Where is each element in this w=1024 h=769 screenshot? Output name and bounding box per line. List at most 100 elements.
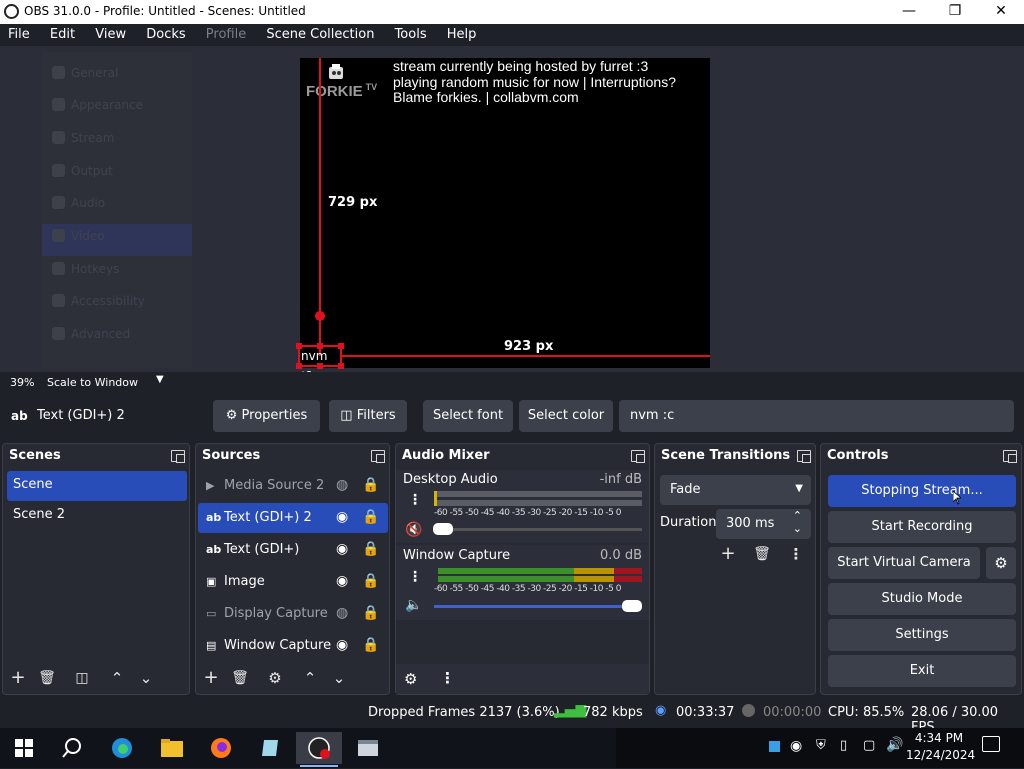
notification-icon[interactable] [982, 736, 1000, 752]
undock-icon[interactable] [797, 450, 811, 463]
exit-button[interactable]: Exit [828, 655, 1016, 687]
chevron-up-icon[interactable]: ⌃ [793, 509, 802, 522]
resize-handle[interactable] [338, 363, 344, 369]
close-button[interactable]: ✕ [978, 0, 1024, 24]
menu-view[interactable]: View [87, 24, 134, 42]
file-explorer-icon[interactable] [152, 732, 192, 764]
guide-handle[interactable] [315, 311, 325, 321]
eye-icon[interactable]: ◉ [336, 637, 348, 653]
source-item[interactable]: ▣ Image ◉ 🔒 [198, 567, 388, 597]
advanced-audio-icon[interactable]: ⚙ [404, 670, 417, 688]
security-shield-icon[interactable]: ⛨ [816, 738, 826, 753]
edge-icon[interactable] [102, 732, 142, 764]
unlock-icon[interactable]: 🔒 [362, 573, 379, 589]
chevron-down-icon[interactable]: ⌄ [135, 667, 157, 689]
settings-button[interactable]: Settings [828, 619, 1016, 651]
menu-profile[interactable]: Profile [198, 24, 254, 42]
undock-icon[interactable] [1003, 450, 1017, 463]
transition-select[interactable]: Fade ▼ [660, 475, 811, 505]
menu-file[interactable]: File [0, 24, 38, 42]
volume-slider-handle[interactable] [622, 600, 642, 612]
undock-icon[interactable] [371, 450, 385, 463]
notepad-icon[interactable] [250, 732, 290, 764]
select-color-button[interactable]: Select color [519, 400, 613, 432]
lock-icon[interactable]: 🔒 [362, 477, 379, 493]
duration-spinbox[interactable]: 300 ms ⌃ ⌄ [716, 509, 811, 539]
task-manager-icon[interactable] [348, 732, 388, 764]
eye-hidden-icon[interactable]: ◍ [336, 477, 348, 493]
stream-button[interactable]: Stopping Stream... [828, 475, 1016, 507]
unlock-icon[interactable]: 🔒 [362, 605, 379, 621]
zoom-mode-select[interactable]: Scale to Window [47, 376, 138, 389]
source-item[interactable]: ab Text (GDI+) ◉ 🔒 [198, 535, 388, 565]
menu-docks[interactable]: Docks [138, 24, 193, 42]
trash-icon[interactable]: 🗑 [229, 667, 251, 689]
add-icon[interactable]: + [717, 543, 739, 565]
add-icon[interactable]: + [7, 667, 29, 689]
source-item[interactable]: ▤ Window Capture ◉ 🔒 [198, 631, 388, 661]
resize-handle[interactable] [338, 343, 344, 349]
eye-icon[interactable]: ◉ [336, 509, 348, 525]
trash-icon[interactable]: 🗑 [751, 543, 773, 565]
trash-icon[interactable]: 🗑 [36, 667, 58, 689]
unlock-icon[interactable]: 🔒 [362, 541, 379, 557]
chevron-down-icon[interactable]: ⌄ [328, 667, 350, 689]
speaker-icon[interactable]: 🔈 [405, 597, 422, 613]
tray-app-icon[interactable] [769, 741, 780, 752]
menu-scene-collection[interactable]: Scene Collection [258, 24, 382, 42]
volume-slider[interactable] [434, 528, 642, 531]
maximize-button[interactable]: ❐ [932, 0, 978, 24]
menu-tools[interactable]: Tools [387, 24, 435, 42]
source-item[interactable]: ab Text (GDI+) 2 ◉ 🔒 [198, 503, 388, 533]
minimize-button[interactable]: — [886, 0, 932, 24]
windows-start-icon[interactable] [4, 732, 44, 764]
volume-icon[interactable]: 🔊 [886, 737, 903, 753]
more-options-icon[interactable]: ⋮ [440, 669, 455, 687]
source-item[interactable]: ▶ Media Source 2 ◍ 🔒 [198, 471, 388, 501]
add-icon[interactable]: + [200, 667, 222, 689]
usb-icon[interactable]: ▯ [840, 738, 847, 753]
chevron-up-icon[interactable]: ⌃ [299, 667, 321, 689]
chevron-down-icon[interactable]: ⌄ [793, 522, 802, 535]
speaker-muted-icon[interactable]: 🔇 [405, 522, 422, 538]
text-value-field[interactable]: nvm :c [619, 400, 1014, 432]
eye-icon[interactable]: ◉ [336, 541, 348, 557]
start-recording-button[interactable]: Start Recording [828, 511, 1016, 543]
resize-handle[interactable] [296, 343, 302, 349]
eye-icon[interactable]: ◉ [336, 573, 348, 589]
resize-handle[interactable] [296, 363, 302, 369]
resize-handle[interactable] [317, 363, 323, 369]
network-icon[interactable]: ▢ [863, 738, 875, 753]
more-options-icon[interactable]: ⋮ [785, 543, 807, 565]
obs-tray-icon[interactable]: ◉ [790, 738, 802, 754]
filters-button[interactable]: ◫ Filters [329, 400, 407, 432]
clock[interactable]: 4:34 PM 12/24/2024 [906, 730, 975, 764]
studio-mode-button[interactable]: Studio Mode [828, 583, 1016, 615]
search-icon[interactable] [52, 732, 92, 764]
volume-slider-handle[interactable] [433, 523, 453, 535]
select-font-button[interactable]: Select font [423, 400, 513, 432]
menu-edit[interactable]: Edit [42, 24, 83, 42]
unlock-icon[interactable]: 🔒 [362, 509, 379, 525]
undock-icon[interactable] [631, 450, 645, 463]
obs-taskbar-icon[interactable] [296, 732, 342, 764]
scene-item[interactable]: Scene [7, 471, 187, 501]
volume-slider[interactable] [434, 605, 642, 608]
chevron-up-icon[interactable]: ⌃ [106, 667, 128, 689]
virtual-camera-settings-button[interactable]: ⚙ [986, 547, 1016, 579]
chevron-down-icon[interactable]: ▼ [156, 374, 164, 385]
scene-filters-icon[interactable]: ◫ [71, 667, 93, 689]
resize-handle[interactable] [317, 343, 323, 349]
firefox-icon[interactable] [201, 732, 241, 764]
undock-icon[interactable] [171, 450, 185, 463]
unlock-icon[interactable]: 🔒 [362, 637, 379, 653]
preview-canvas[interactable]: FORKIE TV stream currently being hosted b… [296, 58, 710, 381]
start-virtual-camera-button[interactable]: Start Virtual Camera [828, 547, 980, 579]
gear-icon[interactable]: ⚙ [264, 667, 286, 689]
scene-item[interactable]: Scene 2 [7, 501, 187, 531]
more-options-icon[interactable]: ⋮ [408, 492, 422, 508]
properties-button[interactable]: ⚙ Properties [213, 400, 320, 432]
more-options-icon[interactable]: ⋮ [408, 569, 422, 585]
source-item[interactable]: ▭ Display Capture ◍ 🔒 [198, 599, 388, 629]
menu-help[interactable]: Help [439, 24, 485, 42]
